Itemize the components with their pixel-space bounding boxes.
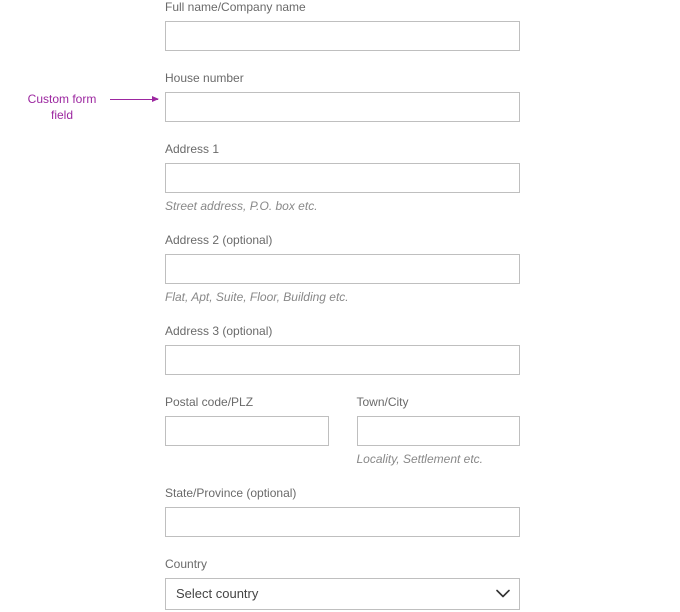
annotation-label: Custom form field: [18, 92, 106, 123]
label-full-name: Full name/Company name: [165, 0, 520, 14]
label-address3: Address 3 (optional): [165, 324, 520, 338]
label-house-number: House number: [165, 71, 520, 85]
field-group-state: State/Province (optional): [165, 486, 520, 537]
helper-address2: Flat, Apt, Suite, Floor, Building etc.: [165, 290, 520, 304]
annotation-arrow: [110, 99, 158, 100]
state-input[interactable]: [165, 507, 520, 537]
town-city-input[interactable]: [357, 416, 521, 446]
label-address1: Address 1: [165, 142, 520, 156]
address-form: Full name/Company name House number Addr…: [165, 0, 520, 610]
row-postal-town: Postal code/PLZ Town/City Locality, Sett…: [165, 395, 520, 466]
full-name-input[interactable]: [165, 21, 520, 51]
label-postal: Postal code/PLZ: [165, 395, 329, 409]
address3-input[interactable]: [165, 345, 520, 375]
label-country: Country: [165, 557, 520, 571]
field-group-address1: Address 1 Street address, P.O. box etc.: [165, 142, 520, 213]
address1-input[interactable]: [165, 163, 520, 193]
country-select[interactable]: Select country: [165, 578, 520, 610]
field-group-country: Country Select country: [165, 557, 520, 610]
field-group-house-number: House number: [165, 71, 520, 122]
address2-input[interactable]: [165, 254, 520, 284]
helper-town: Locality, Settlement etc.: [357, 452, 521, 466]
house-number-input[interactable]: [165, 92, 520, 122]
field-group-full-name: Full name/Company name: [165, 0, 520, 51]
label-address2: Address 2 (optional): [165, 233, 520, 247]
label-town: Town/City: [357, 395, 521, 409]
field-group-postal: Postal code/PLZ: [165, 395, 329, 466]
helper-address1: Street address, P.O. box etc.: [165, 199, 520, 213]
postal-code-input[interactable]: [165, 416, 329, 446]
field-group-address2: Address 2 (optional) Flat, Apt, Suite, F…: [165, 233, 520, 304]
field-group-town: Town/City Locality, Settlement etc.: [357, 395, 521, 466]
field-group-address3: Address 3 (optional): [165, 324, 520, 375]
country-select-wrap: Select country: [165, 578, 520, 610]
label-state: State/Province (optional): [165, 486, 520, 500]
